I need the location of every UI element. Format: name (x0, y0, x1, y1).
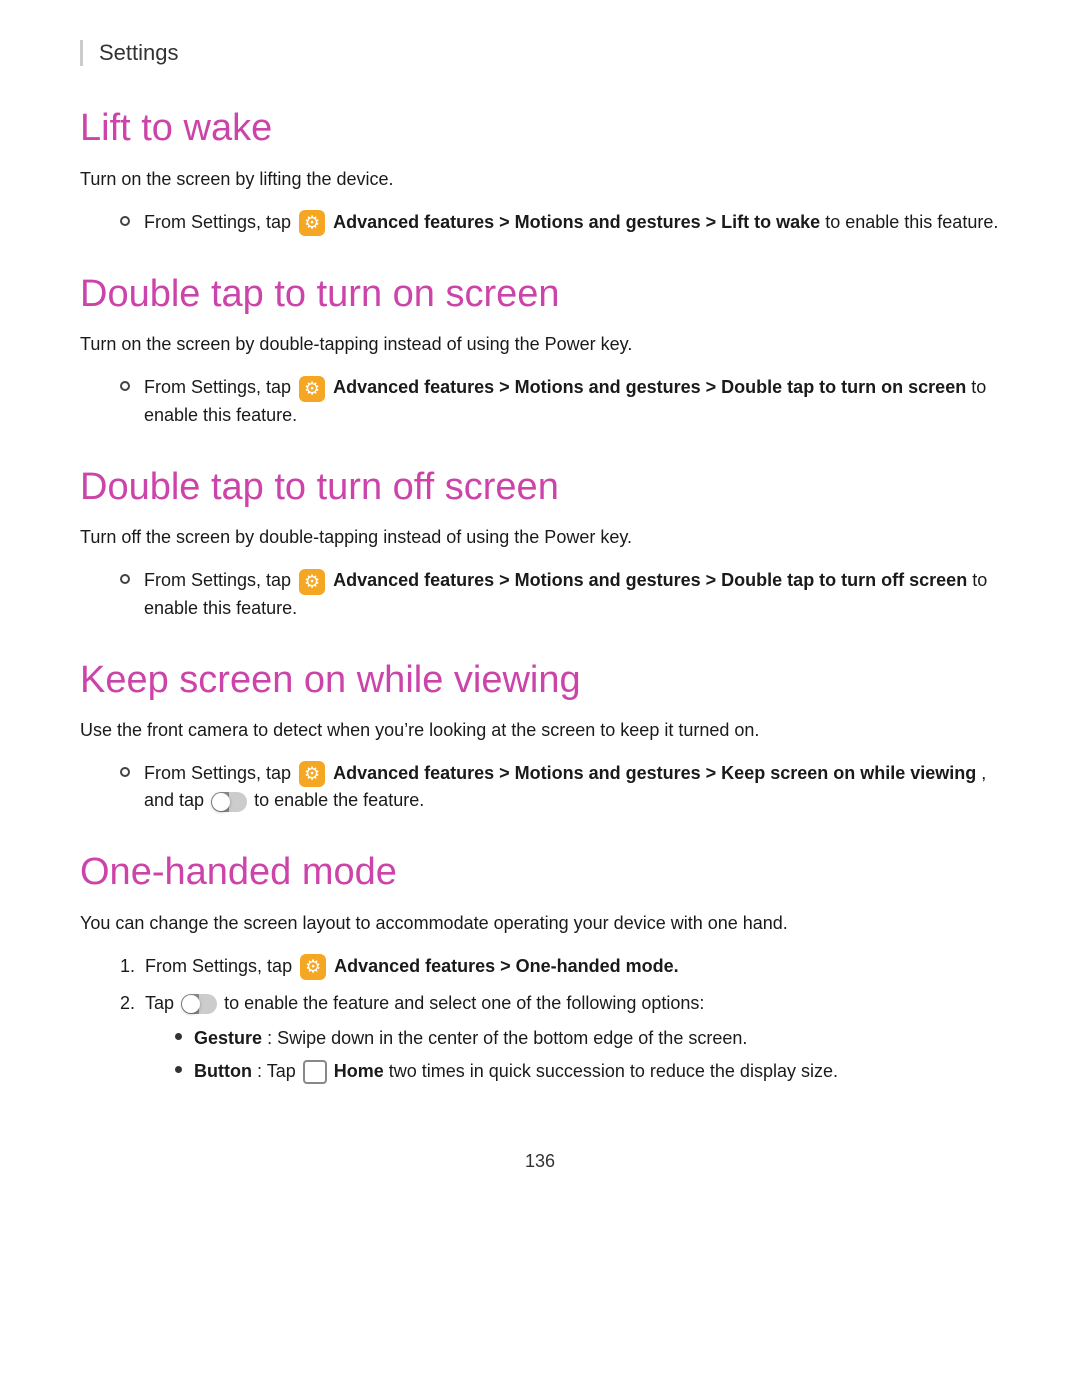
bullet-text: From Settings, tap Advanced features > M… (144, 374, 1000, 428)
bold-path-text: Advanced features > Motions and gestures… (333, 763, 976, 783)
sub-bullet-text-gesture: Gesture : Swipe down in the center of th… (194, 1025, 747, 1052)
bullet-circle-icon (120, 767, 130, 777)
section-desc-double-tap-on: Turn on the screen by double-tapping ins… (80, 331, 1000, 358)
text-from-settings: From Settings, tap (144, 763, 296, 783)
section-title-double-tap-on: Double tap to turn on screen (80, 272, 1000, 318)
section-desc-keep-screen-on: Use the front camera to detect when you’… (80, 717, 1000, 744)
gesture-text: : Swipe down in the center of the bottom… (267, 1028, 747, 1048)
bullet-item: From Settings, tap Advanced features > M… (80, 209, 1000, 236)
bullet-item: From Settings, tap Advanced features > M… (80, 760, 1000, 814)
bullet-item: From Settings, tap Advanced features > M… (80, 567, 1000, 621)
ordered-list-one-handed: 1. From Settings, tap Advanced features … (80, 953, 1000, 1091)
bullet-list-lift-to-wake: From Settings, tap Advanced features > M… (80, 209, 1000, 236)
section-title-lift-to-wake: Lift to wake (80, 106, 1000, 152)
gesture-bold: Gesture (194, 1028, 262, 1048)
home-button-icon (303, 1060, 327, 1084)
bold-path-text: Advanced features > One-handed mode. (334, 956, 679, 976)
ordered-item-2: 2. Tap to enable the feature and select … (80, 990, 1000, 1091)
home-text: Home (334, 1061, 384, 1081)
section-desc-double-tap-off: Turn off the screen by double-tapping in… (80, 524, 1000, 551)
settings-gear-icon (299, 569, 325, 595)
text-from-settings: From Settings, tap (144, 570, 296, 590)
section-desc-lift-to-wake: Turn on the screen by lifting the device… (80, 166, 1000, 193)
text-from-settings: From Settings, tap (144, 377, 296, 397)
bullet-circle-icon (120, 574, 130, 584)
section-one-handed-mode: One-handed mode You can change the scree… (80, 850, 1000, 1091)
section-title-one-handed-mode: One-handed mode (80, 850, 1000, 896)
sub-bullet-dot-icon (175, 1033, 182, 1040)
bullet-text: From Settings, tap Advanced features > M… (144, 209, 1000, 236)
bullet-text: From Settings, tap Advanced features > M… (144, 567, 1000, 621)
text-after-toggle: to enable the feature and select one of … (224, 993, 704, 1013)
text-from-settings: From Settings, tap (145, 956, 297, 976)
text-suffix: to enable the feature. (254, 790, 424, 810)
text-suffix: to enable this feature. (825, 212, 998, 232)
bold-path-text: Advanced features > Motions and gestures… (333, 377, 966, 397)
section-desc-one-handed-mode: You can change the screen layout to acco… (80, 910, 1000, 937)
settings-gear-icon (300, 954, 326, 980)
ordered-num-1: 1. (120, 953, 135, 980)
bullet-list-double-tap-off: From Settings, tap Advanced features > M… (80, 567, 1000, 621)
bold-path-text: Advanced features > Motions and gestures… (333, 212, 820, 232)
ordered-text-1: From Settings, tap Advanced features > O… (145, 953, 1000, 980)
text-from-settings: From Settings, tap (144, 212, 296, 232)
toggle-icon (211, 792, 247, 812)
section-double-tap-off: Double tap to turn off screen Turn off t… (80, 465, 1000, 622)
settings-gear-icon (299, 376, 325, 402)
bullet-circle-icon (120, 381, 130, 391)
ordered-num-2: 2. (120, 990, 135, 1017)
section-double-tap-on: Double tap to turn on screen Turn on the… (80, 272, 1000, 429)
bullet-circle-icon (120, 216, 130, 226)
bullet-list-keep-screen-on: From Settings, tap Advanced features > M… (80, 760, 1000, 814)
settings-gear-icon (299, 210, 325, 236)
ordered-item-1: 1. From Settings, tap Advanced features … (80, 953, 1000, 980)
sub-bullet-dot-icon (175, 1066, 182, 1073)
button-text-before-icon: : Tap (257, 1061, 301, 1081)
section-keep-screen-on: Keep screen on while viewing Use the fro… (80, 658, 1000, 815)
toggle-icon (181, 994, 217, 1014)
settings-gear-icon (299, 761, 325, 787)
sub-bullet-item-button: Button : Tap Home two times in quick suc… (145, 1058, 1000, 1085)
button-text-after: two times in quick succession to reduce … (389, 1061, 838, 1081)
bullet-list-double-tap-on: From Settings, tap Advanced features > M… (80, 374, 1000, 428)
text-tap: Tap (145, 993, 179, 1013)
section-title-keep-screen-on: Keep screen on while viewing (80, 658, 1000, 704)
sub-bullet-text-button: Button : Tap Home two times in quick suc… (194, 1058, 838, 1085)
bullet-item: From Settings, tap Advanced features > M… (80, 374, 1000, 428)
header-label: Settings (99, 40, 179, 65)
sub-bullet-item-gesture: Gesture : Swipe down in the center of th… (145, 1025, 1000, 1052)
bullet-text: From Settings, tap Advanced features > M… (144, 760, 1000, 814)
page-header: Settings (80, 40, 1000, 66)
sub-bullet-list: Gesture : Swipe down in the center of th… (145, 1025, 1000, 1085)
ordered-text-2: Tap to enable the feature and select one… (145, 990, 1000, 1091)
button-bold: Button (194, 1061, 252, 1081)
section-lift-to-wake: Lift to wake Turn on the screen by lifti… (80, 106, 1000, 236)
page-number: 136 (80, 1151, 1000, 1172)
section-title-double-tap-off: Double tap to turn off screen (80, 465, 1000, 511)
bold-path-text: Advanced features > Motions and gestures… (333, 570, 967, 590)
